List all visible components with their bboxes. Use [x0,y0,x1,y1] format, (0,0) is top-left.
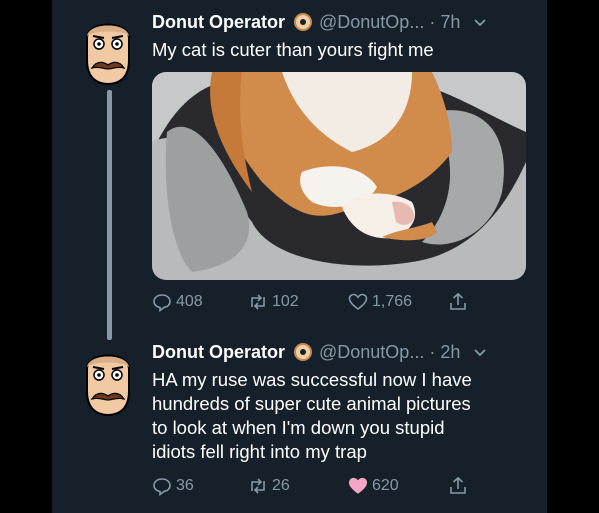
tweet-text-line: to look at when I'm down you stupid [152,417,445,438]
tweet-actions: 408 102 1,766 [152,292,492,316]
retweet-icon [251,478,265,494]
like-action[interactable]: 1,766 [348,292,412,312]
reply-icon [153,294,171,312]
tweet-header: Donut Operator @DonutOp... · 2h [152,341,488,363]
tweet-text-line: HA my ruse was successful now I have [152,369,472,390]
tweet-actions: 36 26 620 [152,476,492,500]
heart-icon [348,477,368,494]
tweet-text-line: idiots fell right into my trap [152,441,367,462]
reply-count: 408 [176,293,203,310]
display-name[interactable]: Donut Operator [152,11,285,33]
retweet-action[interactable]: 102 [248,292,299,312]
tweet-text: My cat is cuter than yours fight me [152,39,434,60]
heart-icon [348,293,368,310]
avatar[interactable] [79,14,137,86]
handle-time[interactable]: @DonutOp... · 7h [319,11,460,33]
share-icon [450,476,466,494]
reply-count: 36 [176,477,194,494]
share-action[interactable] [448,292,472,312]
share-icon [450,292,466,310]
donut-icon [294,13,312,31]
thread-connector [107,90,112,340]
reply-icon [153,478,171,496]
share-action[interactable] [448,476,472,496]
like-count: 620 [372,477,399,494]
chevron-down-icon[interactable] [472,344,488,360]
reply-action[interactable]: 36 [152,476,194,496]
tweet-header: Donut Operator @DonutOp... · 7h [152,11,488,33]
tweet-text: HA my ruse was successful now I have hun… [152,368,472,464]
tweet-photo[interactable] [152,72,526,280]
tweet-text-line: hundreds of super cute animal pictures [152,393,471,414]
display-name[interactable]: Donut Operator [152,341,285,363]
like-action[interactable]: 620 [348,476,399,496]
retweet-count: 102 [272,293,299,310]
handle-time[interactable]: @DonutOp... · 2h [319,341,460,363]
retweet-icon [251,294,265,310]
donut-icon [294,343,312,361]
chevron-down-icon[interactable] [472,14,488,30]
reply-action[interactable]: 408 [152,292,203,312]
retweet-count: 26 [272,477,290,494]
retweet-action[interactable]: 26 [248,476,290,496]
like-count: 1,766 [372,293,413,310]
avatar[interactable] [79,345,137,417]
cat-photo [152,72,526,280]
